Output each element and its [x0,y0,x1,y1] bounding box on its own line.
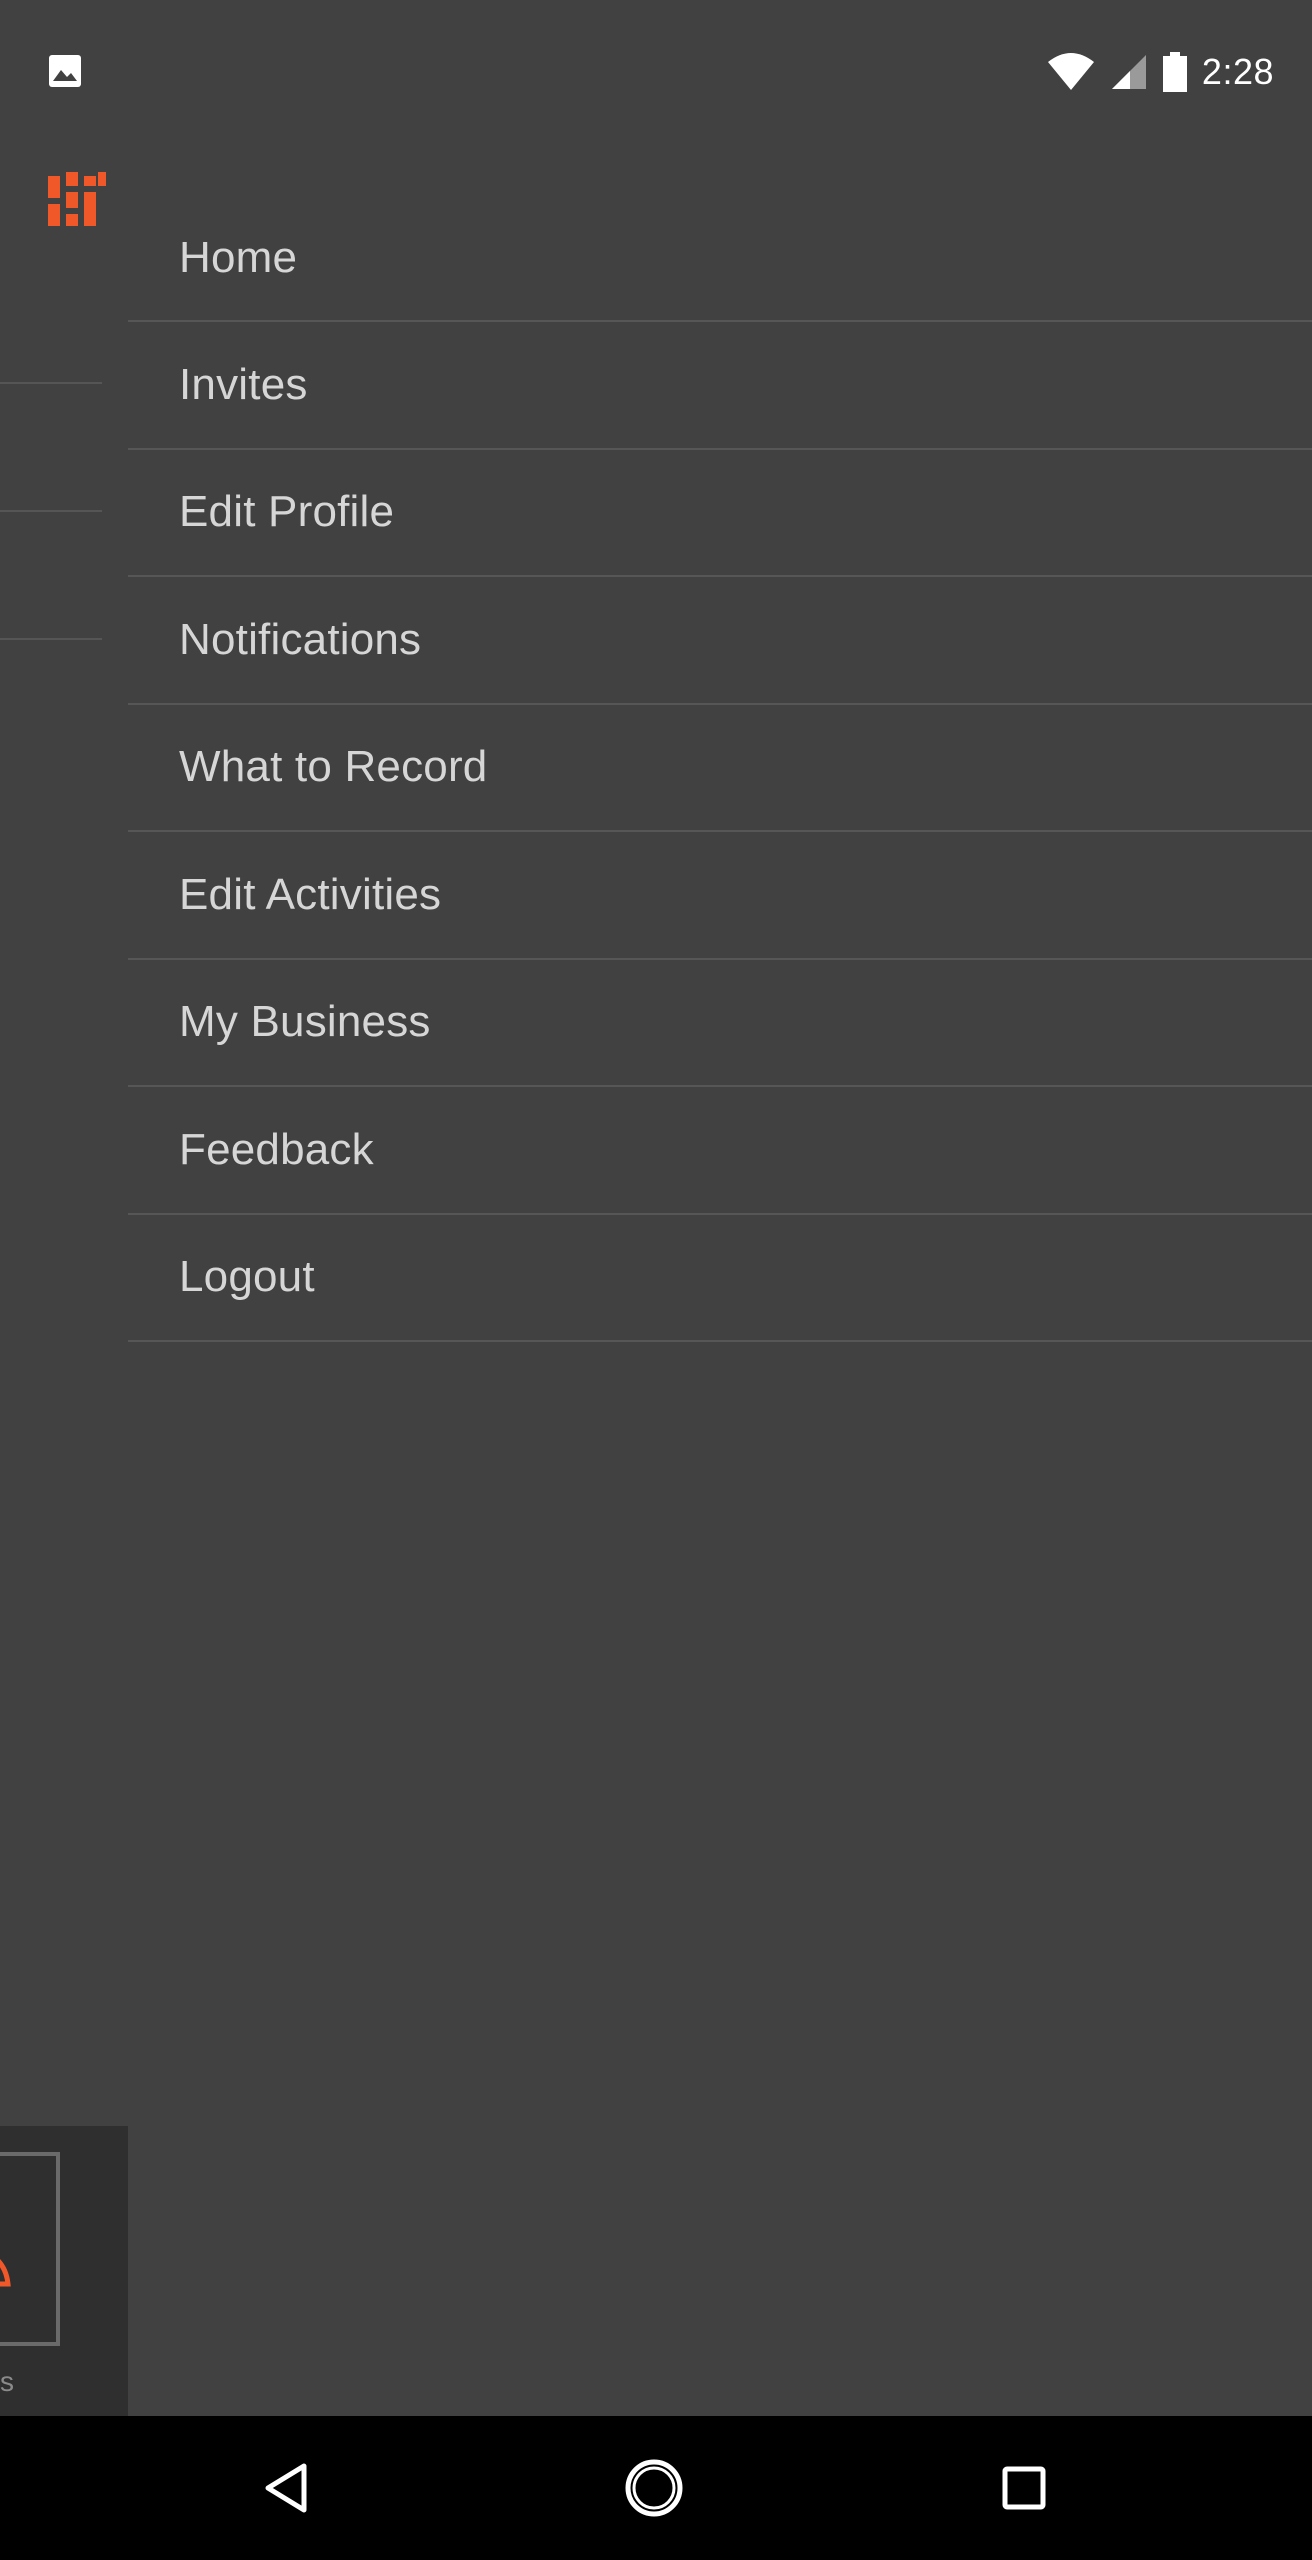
menu-item-label: Logout [179,1252,315,1302]
status-bar: 2:28 [0,0,1312,144]
background-bottom-card [0,2152,60,2346]
battery-icon [1162,52,1187,92]
background-divider [0,382,102,384]
menu-item-what-to-record[interactable]: What to Record [128,705,1312,832]
home-button[interactable] [622,2456,686,2520]
background-divider [0,638,102,640]
background-screen [0,144,128,2416]
app-logo-icon [48,172,106,226]
back-button[interactable] [254,2456,318,2520]
background-bottom-label: s [0,2366,14,2397]
menu-item-label: Edit Activities [179,869,442,919]
wifi-icon [1047,53,1094,90]
navigation-drawer: Home Invites Edit Profile Notifications … [128,144,1312,2416]
menu-item-feedback[interactable]: Feedback [128,1087,1312,1215]
recents-icon [1002,2466,1046,2510]
drawer-menu-list: Home Invites Edit Profile Notifications … [128,144,1312,1342]
cell-signal-icon [1111,55,1146,89]
background-divider [0,510,102,512]
menu-item-logout[interactable]: Logout [128,1215,1312,1342]
system-navigation-bar [0,2416,1312,2560]
menu-item-label: Notifications [179,614,422,664]
status-right-group: 2:28 [1046,40,1274,104]
image-notification-icon [49,55,81,87]
menu-item-label: What to Record [179,742,488,792]
menu-item-label: My Business [179,997,431,1047]
recents-button[interactable] [992,2456,1056,2520]
menu-item-label: Feedback [179,1124,374,1174]
menu-item-home[interactable]: Home [128,144,1312,322]
home-icon [625,2459,683,2517]
menu-item-my-business[interactable]: My Business [128,960,1312,1087]
menu-item-invites[interactable]: Invites [128,322,1312,450]
menu-item-edit-activities[interactable]: Edit Activities [128,832,1312,960]
menu-item-label: Edit Profile [179,487,395,537]
menu-item-label: Home [179,233,298,282]
status-time: 2:28 [1201,51,1274,92]
menu-item-notifications[interactable]: Notifications [128,577,1312,705]
menu-item-label: Invites [179,359,308,409]
menu-item-edit-profile[interactable]: Edit Profile [128,450,1312,577]
partial-arc-icon [0,2259,11,2287]
back-icon [265,2463,307,2513]
